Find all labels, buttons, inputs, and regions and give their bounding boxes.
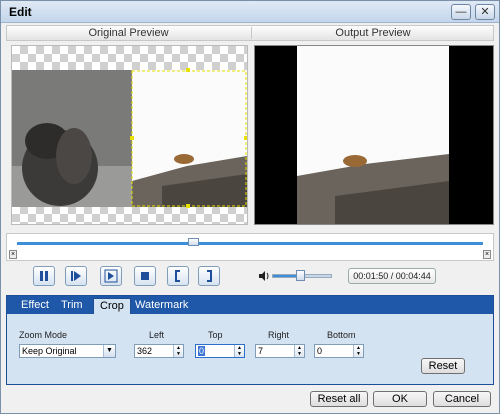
left-spinner-icon[interactable]: ▲ ▼ bbox=[173, 345, 183, 357]
output-video-frame bbox=[297, 46, 449, 224]
reset-button[interactable]: Reset bbox=[421, 358, 465, 374]
timeline: × × bbox=[6, 233, 494, 261]
right-spinner-icon[interactable]: ▲ ▼ bbox=[294, 345, 304, 357]
stop-button[interactable] bbox=[134, 266, 156, 286]
timeline-end-marker[interactable]: × bbox=[483, 250, 491, 259]
edit-window: Edit — ✕ Original Preview Output Preview bbox=[0, 0, 500, 414]
mark-in-icon bbox=[175, 270, 180, 282]
stop-icon bbox=[141, 272, 149, 280]
zoom-mode-label: Zoom Mode bbox=[19, 330, 68, 340]
top-field[interactable]: 0 ▲ ▼ bbox=[195, 344, 245, 358]
volume-icon[interactable] bbox=[258, 270, 270, 282]
cancel-button[interactable]: Cancel bbox=[433, 391, 491, 407]
zoom-mode-value: Keep Original bbox=[22, 346, 77, 356]
tab-crop[interactable]: Crop bbox=[93, 298, 131, 314]
top-spinner-icon[interactable]: ▲ ▼ bbox=[234, 345, 244, 357]
window-title: Edit bbox=[9, 5, 32, 19]
left-field[interactable]: 362 ▲ ▼ bbox=[134, 344, 184, 358]
original-preview-label: Original Preview bbox=[88, 27, 169, 39]
timeline-start-marker[interactable]: × bbox=[9, 250, 17, 259]
preview-headers: Original Preview Output Preview bbox=[6, 25, 494, 41]
timeline-scrubber[interactable] bbox=[188, 238, 199, 246]
edit-tabs-panel: Effect Trim Crop Watermark Zoom Mode Kee… bbox=[6, 295, 494, 385]
bottom-value: 0 bbox=[317, 346, 323, 356]
right-value: 7 bbox=[258, 346, 264, 356]
bottom-field[interactable]: 0 ▲ ▼ bbox=[314, 344, 364, 358]
pause-button[interactable] bbox=[33, 266, 55, 286]
top-label: Top bbox=[208, 330, 223, 340]
ok-button[interactable]: OK bbox=[373, 391, 427, 407]
original-video-frame bbox=[12, 68, 247, 208]
minimize-button[interactable]: — bbox=[451, 4, 471, 20]
tab-bar: Effect Trim Crop Watermark bbox=[7, 296, 493, 314]
title-bar: Edit — ✕ bbox=[1, 1, 499, 23]
step-forward-button[interactable] bbox=[65, 266, 87, 286]
mark-in-button[interactable] bbox=[167, 266, 189, 286]
chevron-down-icon: ▼ bbox=[103, 345, 115, 357]
time-display: 00:01:50 / 00:04:44 bbox=[348, 268, 436, 284]
mark-out-icon bbox=[207, 270, 212, 282]
close-button[interactable]: ✕ bbox=[475, 4, 495, 20]
mark-out-button[interactable] bbox=[198, 266, 220, 286]
reset-all-button[interactable]: Reset all bbox=[310, 391, 368, 407]
volume-knob[interactable] bbox=[296, 270, 305, 281]
frame-forward-icon bbox=[104, 269, 118, 283]
output-preview-label: Output Preview bbox=[251, 27, 494, 39]
tab-watermark[interactable]: Watermark bbox=[129, 298, 194, 314]
right-label: Right bbox=[268, 330, 290, 340]
frame-forward-button[interactable] bbox=[100, 266, 122, 286]
bottom-spinner-icon[interactable]: ▲ ▼ bbox=[353, 345, 363, 357]
left-label: Left bbox=[149, 330, 165, 340]
pause-icon bbox=[40, 271, 48, 281]
playback-controls: 00:01:50 / 00:04:44 bbox=[6, 263, 494, 291]
left-value: 362 bbox=[137, 346, 153, 356]
top-value: 0 bbox=[198, 346, 206, 356]
bottom-label: Bottom bbox=[327, 330, 356, 340]
output-preview bbox=[254, 45, 494, 225]
step-forward-icon bbox=[71, 271, 81, 281]
right-field[interactable]: 7 ▲ ▼ bbox=[255, 344, 305, 358]
tab-effect[interactable]: Effect bbox=[15, 298, 55, 314]
original-preview bbox=[11, 45, 248, 225]
tab-trim[interactable]: Trim bbox=[55, 298, 89, 314]
timeline-track[interactable] bbox=[17, 242, 483, 245]
zoom-mode-select[interactable]: Keep Original ▼ bbox=[19, 344, 116, 358]
